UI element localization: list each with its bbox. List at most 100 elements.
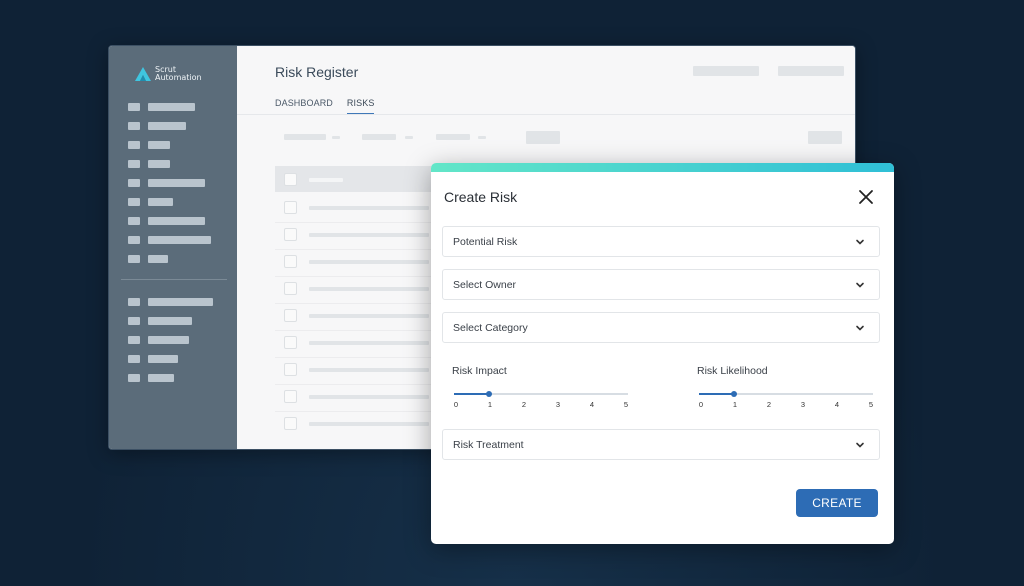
nav-item-icon	[128, 316, 140, 325]
brand-name: Scrut Automation	[155, 66, 202, 82]
row-checkbox[interactable]	[284, 417, 297, 430]
row-checkbox[interactable]	[284, 336, 297, 349]
nav-item-label-placeholder	[148, 140, 170, 149]
row-checkbox[interactable]	[284, 390, 297, 403]
slider-tick-label: 2	[766, 400, 772, 409]
close-icon[interactable]	[856, 187, 876, 207]
potential-risk-select[interactable]: Potential Risk	[442, 226, 880, 257]
nav-item-icon	[128, 159, 140, 168]
nav-item-label-placeholder	[148, 373, 174, 382]
nav-item-icon	[128, 121, 140, 130]
tab-risks[interactable]: RISKS	[346, 98, 375, 114]
tab-dashboard[interactable]: DASHBOARD	[275, 98, 333, 114]
slider-tick-label: 3	[800, 400, 806, 409]
filter-placeholder[interactable]	[284, 134, 326, 140]
slider-tick-label: 1	[487, 400, 493, 409]
sidebar-item[interactable]	[128, 297, 213, 306]
sidebar-item[interactable]	[128, 140, 211, 149]
nav-item-label-placeholder	[148, 102, 195, 111]
potential-risk-value: Potential Risk	[453, 235, 518, 248]
risk-likelihood-slider[interactable]	[699, 391, 873, 397]
sidebar-item[interactable]	[128, 316, 213, 325]
owner-value: Select Owner	[453, 278, 517, 291]
sidebar-item[interactable]	[128, 121, 211, 130]
row-checkbox[interactable]	[284, 228, 297, 241]
slider-thumb[interactable]	[485, 391, 492, 397]
sidebar-nav-primary	[128, 102, 211, 273]
nav-item-icon	[128, 373, 140, 382]
filter-placeholder[interactable]	[436, 134, 470, 140]
nav-item-icon	[128, 140, 140, 149]
brand-logo[interactable]: Scrut Automation	[135, 66, 202, 82]
chevron-down-icon	[856, 325, 864, 331]
risk-impact-slider-group: Risk Impact 0 1 2 3 4 5	[452, 365, 632, 412]
category-value: Select Category	[453, 321, 528, 334]
sidebar-item[interactable]	[128, 335, 213, 344]
sidebar-item[interactable]	[128, 373, 213, 382]
column-header-placeholder	[309, 178, 343, 182]
row-text-placeholder	[309, 260, 429, 264]
dialog-accent-bar	[431, 163, 894, 172]
row-checkbox[interactable]	[284, 363, 297, 376]
row-checkbox[interactable]	[284, 201, 297, 214]
sidebar-item[interactable]	[128, 354, 213, 363]
nav-item-icon	[128, 235, 140, 244]
row-text-placeholder	[309, 287, 429, 291]
toolbar-button-placeholder[interactable]	[808, 131, 842, 144]
slider-tick-label: 1	[732, 400, 738, 409]
slider-tick-label: 0	[698, 400, 704, 409]
chevron-down-icon	[856, 239, 864, 245]
row-checkbox[interactable]	[284, 309, 297, 322]
nav-item-icon	[128, 254, 140, 263]
sidebar: Scrut Automation	[109, 46, 237, 449]
nav-item-label-placeholder	[148, 121, 186, 130]
sidebar-nav-secondary	[128, 297, 213, 392]
slider-tick-label: 5	[623, 400, 629, 409]
sidebar-item[interactable]	[128, 235, 211, 244]
risk-impact-slider[interactable]	[454, 391, 628, 397]
slider-tick-label: 5	[868, 400, 874, 409]
risk-impact-ticks: 0 1 2 3 4 5	[452, 400, 630, 412]
slider-tick-label: 4	[834, 400, 840, 409]
nav-item-label-placeholder	[148, 216, 205, 225]
tab-bar: DASHBOARD RISKS	[275, 98, 375, 114]
owner-select[interactable]: Select Owner	[442, 269, 880, 300]
filter-chevron-placeholder	[478, 136, 486, 139]
category-select[interactable]: Select Category	[442, 312, 880, 343]
sidebar-item[interactable]	[128, 178, 211, 187]
row-checkbox[interactable]	[284, 282, 297, 295]
slider-fill	[454, 393, 489, 395]
nav-item-label-placeholder	[148, 335, 189, 344]
nav-item-label-placeholder	[148, 159, 170, 168]
slider-thumb[interactable]	[730, 391, 737, 397]
nav-item-label-placeholder	[148, 254, 168, 263]
risk-likelihood-label: Risk Likelihood	[697, 365, 768, 377]
select-all-checkbox[interactable]	[284, 173, 297, 186]
nav-item-label-placeholder	[148, 297, 213, 306]
risk-likelihood-ticks: 0 1 2 3 4 5	[697, 400, 875, 412]
slider-tick-label: 3	[555, 400, 561, 409]
nav-item-label-placeholder	[148, 197, 173, 206]
risk-treatment-select[interactable]: Risk Treatment	[442, 429, 880, 460]
sidebar-item[interactable]	[128, 197, 211, 206]
sidebar-item[interactable]	[128, 254, 211, 263]
create-risk-dialog: Create Risk Potential Risk Select Owner …	[431, 163, 894, 544]
filter-chevron-placeholder	[332, 136, 340, 139]
sidebar-item[interactable]	[128, 159, 211, 168]
filter-button-placeholder[interactable]	[526, 131, 560, 144]
create-button[interactable]: CREATE	[796, 489, 878, 517]
sidebar-item[interactable]	[128, 102, 211, 111]
sidebar-item[interactable]	[128, 216, 211, 225]
brand-line-2: Automation	[155, 73, 202, 82]
filter-placeholder[interactable]	[362, 134, 396, 140]
nav-item-label-placeholder	[148, 316, 192, 325]
risk-treatment-value: Risk Treatment	[453, 438, 524, 451]
page-title: Risk Register	[275, 64, 359, 80]
header-action-placeholder[interactable]	[693, 66, 759, 76]
scrut-logo-icon	[135, 67, 151, 81]
header-action-placeholder[interactable]	[778, 66, 844, 76]
nav-item-label-placeholder	[148, 354, 178, 363]
nav-item-icon	[128, 216, 140, 225]
nav-item-icon	[128, 335, 140, 344]
row-checkbox[interactable]	[284, 255, 297, 268]
